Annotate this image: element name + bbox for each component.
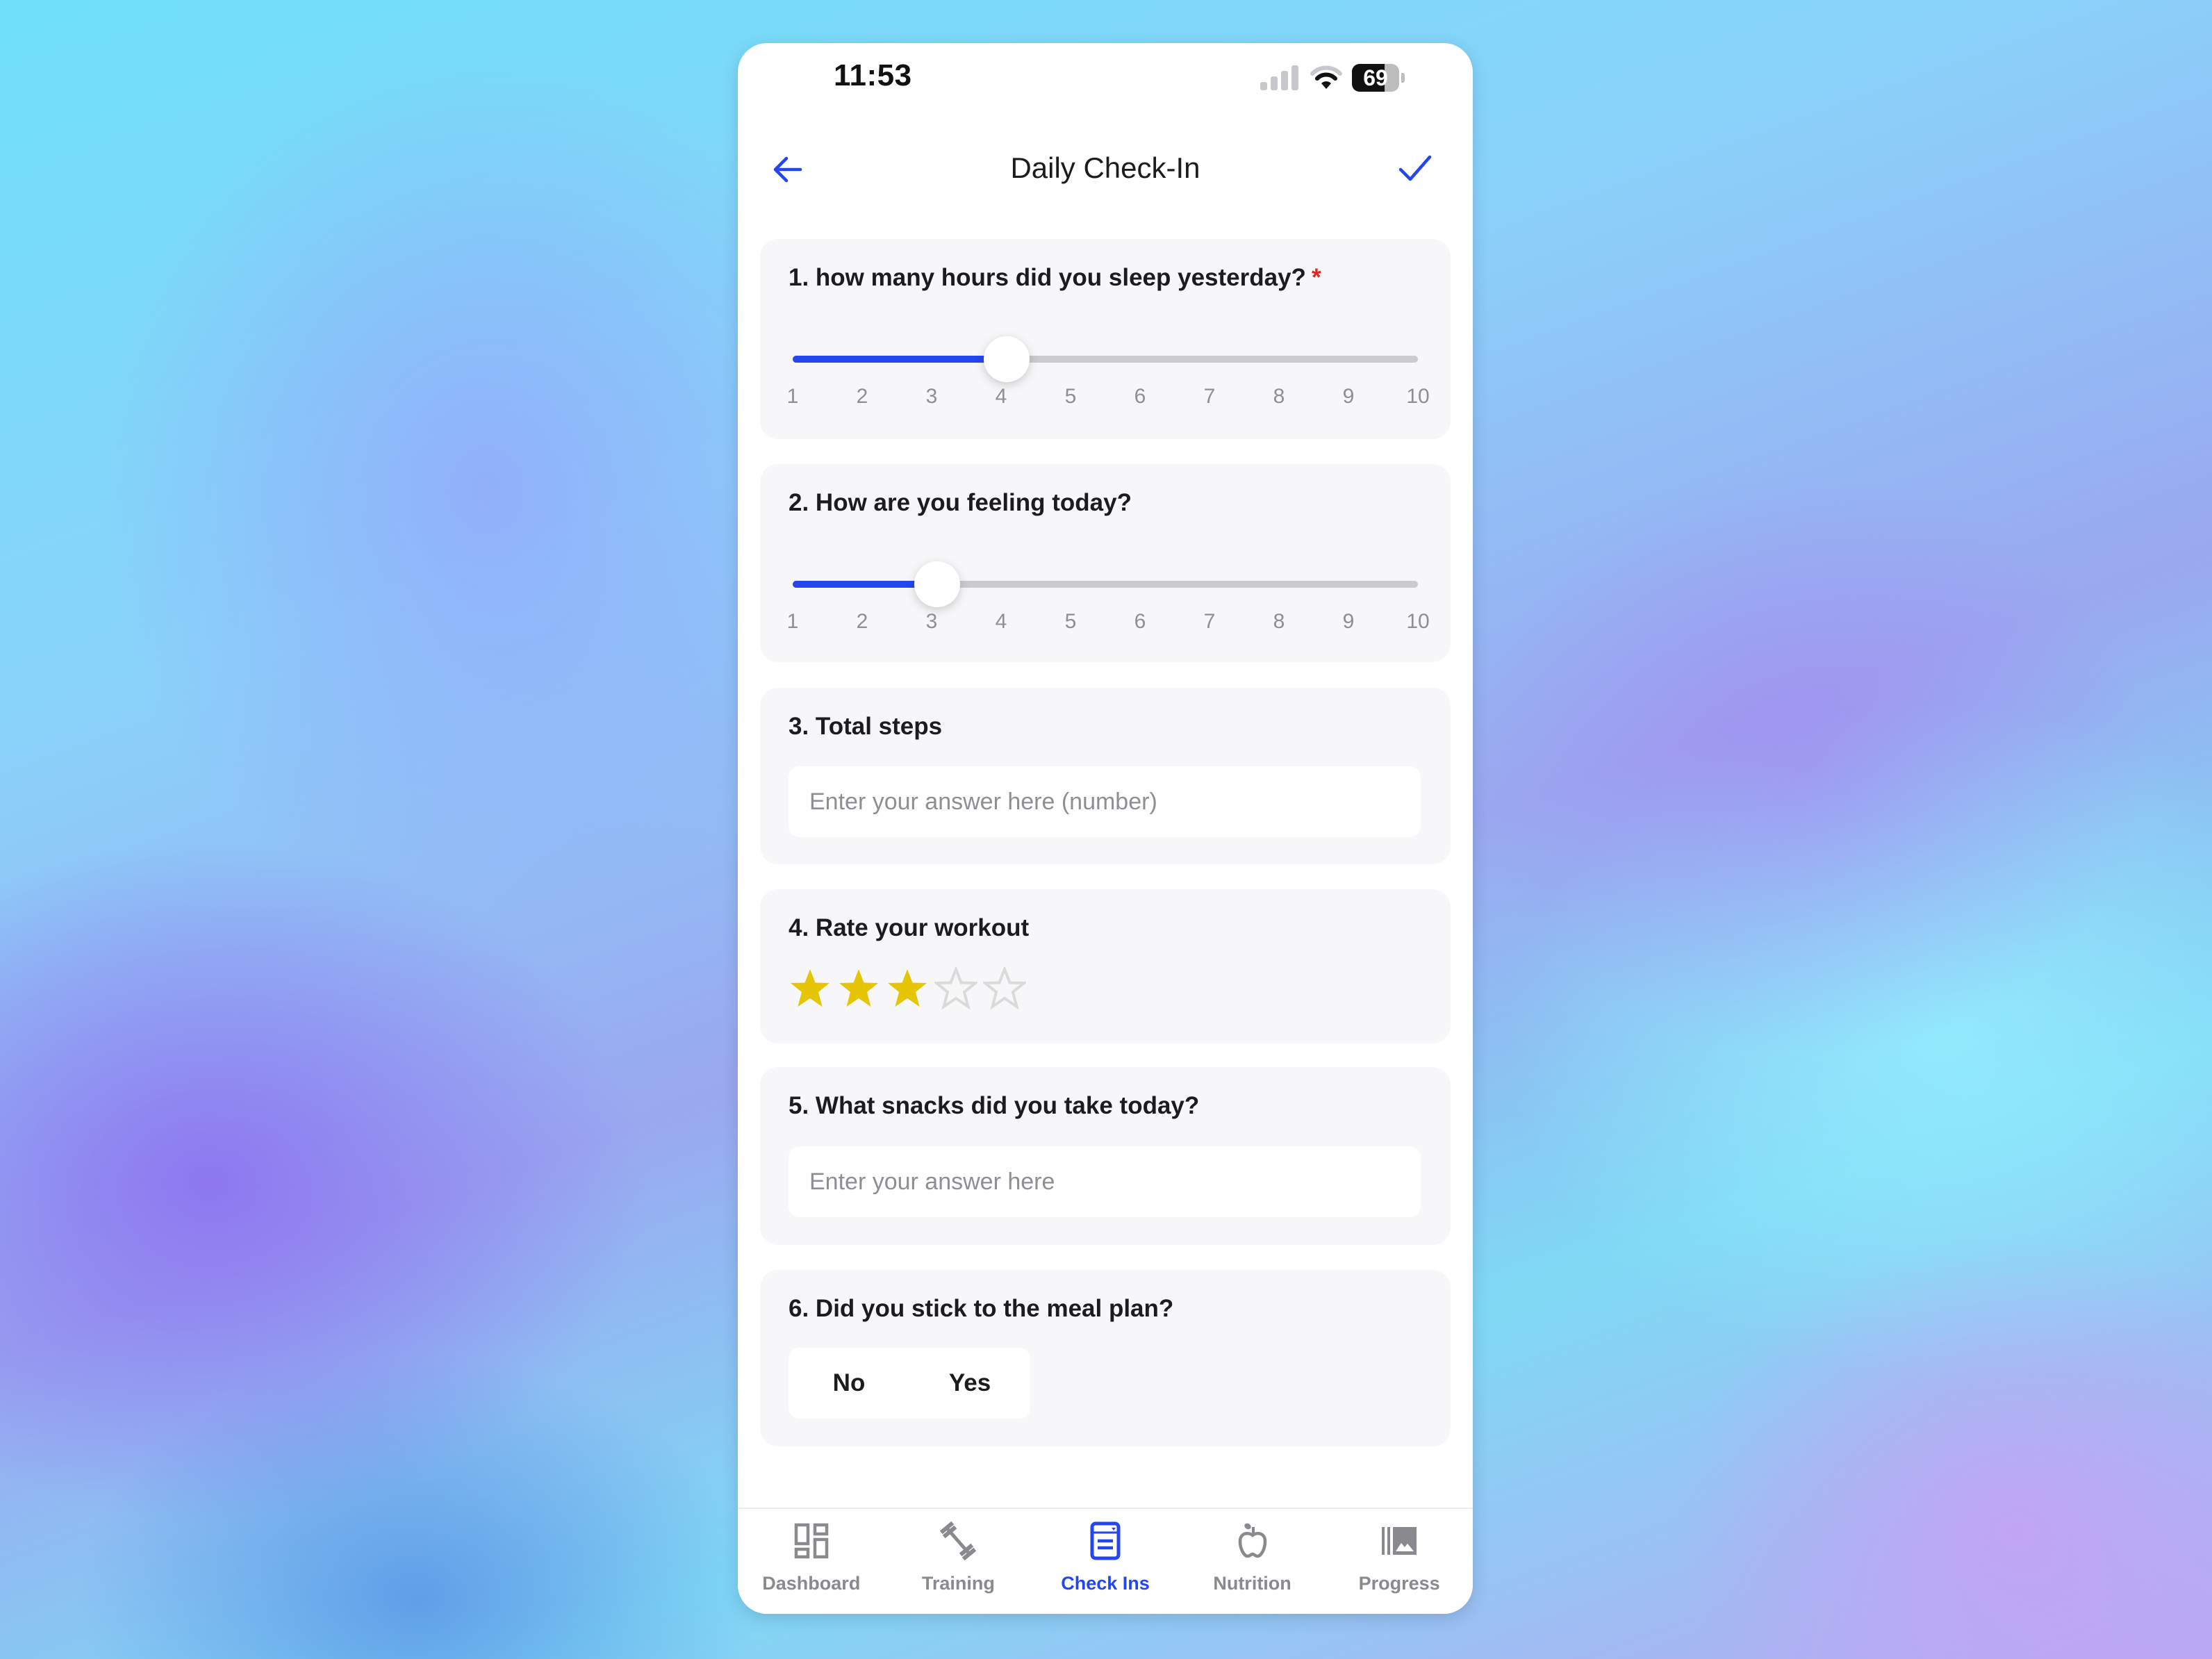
slider-tick-label: 10 — [1406, 385, 1430, 408]
question-title: 3. Total steps — [789, 713, 943, 740]
slider-tick-label: 7 — [1203, 385, 1216, 408]
tab-label: Check Ins — [1061, 1573, 1150, 1594]
dumbbell-icon — [940, 1521, 977, 1560]
slider-tick-label: 3 — [925, 610, 938, 633]
slider-tick-label: 8 — [1273, 385, 1285, 408]
snacks-input[interactable] — [789, 1146, 1421, 1217]
required-asterisk: * — [1311, 264, 1321, 291]
no-option-button[interactable]: No — [789, 1348, 909, 1419]
question-text: 1. how many hours did you sleep yesterda… — [789, 264, 1306, 291]
question-card-sleep: 1. how many hours did you sleep yesterda… — [760, 239, 1451, 439]
star-empty-icon[interactable] — [934, 967, 977, 1010]
checkin-form-icon — [1090, 1521, 1121, 1560]
slider-thumb[interactable] — [984, 336, 1030, 382]
signal-icon — [1260, 65, 1299, 90]
phone-screen: 11:53 69 Daily Check-In 1. how many hour… — [738, 43, 1473, 1614]
battery-indicator: 69 — [1352, 64, 1399, 92]
slider-tick-label: 1 — [786, 385, 799, 408]
tab-check-ins[interactable]: Check Ins — [1032, 1509, 1179, 1614]
gallery-icon — [1382, 1527, 1417, 1555]
star-filled-icon[interactable] — [886, 967, 929, 1010]
tab-label: Training — [921, 1573, 995, 1594]
star-filled-icon[interactable] — [837, 967, 880, 1010]
tab-progress[interactable]: Progress — [1326, 1509, 1473, 1614]
slider-tick-label: 4 — [995, 385, 1007, 408]
total-steps-input[interactable] — [789, 766, 1421, 837]
sleep-hours-slider[interactable] — [793, 336, 1418, 382]
tab-label: Progress — [1358, 1573, 1440, 1594]
feeling-slider[interactable] — [793, 561, 1418, 607]
slider-scale: 1 2 3 4 5 6 7 8 9 10 — [787, 610, 1430, 638]
question-title: 2. How are you feeling today? — [789, 489, 1132, 516]
slider-tick-label: 8 — [1273, 610, 1285, 633]
tab-label: Dashboard — [762, 1573, 861, 1594]
question-card-meal-plan: 6. Did you stick to the meal plan? No Ye… — [760, 1270, 1451, 1446]
apple-icon — [1238, 1523, 1266, 1558]
slider-tick-label: 6 — [1134, 385, 1146, 408]
slider-scale: 1 2 3 4 5 6 7 8 9 10 — [787, 385, 1430, 413]
battery-tip — [1401, 73, 1405, 83]
question-title: 6. Did you stick to the meal plan? — [789, 1295, 1174, 1322]
status-icons: 69 — [1260, 64, 1427, 92]
question-title: 5. What snacks did you take today? — [789, 1092, 1200, 1119]
question-card-steps: 3. Total steps — [760, 688, 1451, 864]
star-empty-icon[interactable] — [983, 967, 1026, 1010]
tab-nutrition[interactable]: Nutrition — [1179, 1509, 1326, 1614]
page-title: Daily Check-In — [1010, 151, 1200, 184]
slider-fill — [793, 581, 932, 588]
star-filled-icon[interactable] — [789, 967, 832, 1010]
slider-tick-label: 5 — [1064, 610, 1077, 633]
slider-tick-label: 7 — [1203, 610, 1216, 633]
slider-tick-label: 2 — [856, 610, 868, 633]
slider-tick-label: 3 — [925, 385, 938, 408]
tab-training[interactable]: Training — [885, 1509, 1032, 1614]
question-title: 1. how many hours did you sleep yesterda… — [789, 264, 1321, 292]
question-card-snacks: 5. What snacks did you take today? — [760, 1067, 1451, 1245]
question-card-feeling: 2. How are you feeling today? 1234567891… — [760, 464, 1451, 662]
slider-tick-label: 10 — [1406, 610, 1430, 633]
dashboard-icon — [794, 1523, 829, 1559]
question-card-workout-rating: 4. Rate your workout — [760, 889, 1451, 1043]
wifi-icon — [1310, 65, 1342, 89]
slider-fill — [793, 356, 1001, 363]
slider-tick-label: 5 — [1064, 385, 1077, 408]
tab-dashboard[interactable]: Dashboard — [738, 1509, 885, 1614]
nav-header: Daily Check-In — [738, 133, 1473, 203]
bottom-tab-bar: Dashboard Training Check Ins Nutrition P… — [738, 1508, 1473, 1614]
slider-tick-label: 6 — [1134, 610, 1146, 633]
slider-tick-label: 9 — [1342, 610, 1355, 633]
yes-no-toggle: No Yes — [789, 1348, 1030, 1419]
tab-label: Nutrition — [1213, 1573, 1291, 1594]
slider-tick-label: 9 — [1342, 385, 1355, 408]
yes-option-button[interactable]: Yes — [909, 1348, 1030, 1419]
slider-tick-label: 2 — [856, 385, 868, 408]
slider-tick-label: 4 — [995, 610, 1007, 633]
slider-thumb[interactable] — [914, 561, 960, 607]
question-title: 4. Rate your workout — [789, 914, 1030, 941]
checkmark-icon[interactable] — [1395, 149, 1434, 188]
status-time: 11:53 — [834, 58, 912, 92]
slider-tick-label: 1 — [786, 610, 799, 633]
